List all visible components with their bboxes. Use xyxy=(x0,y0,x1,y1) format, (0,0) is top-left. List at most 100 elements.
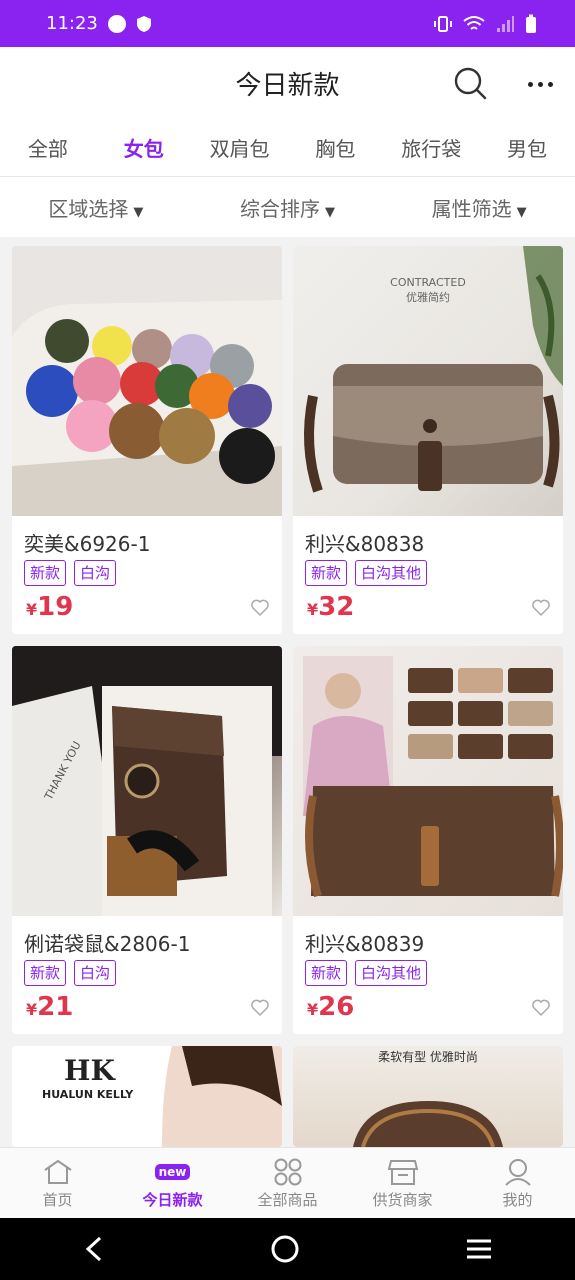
product-price: ¥21 xyxy=(26,992,73,1022)
caret-down-icon: ▼ xyxy=(325,204,335,220)
tab-travel-bags[interactable]: 旅行袋 xyxy=(383,133,479,162)
product-image[interactable]: THANK YOU xyxy=(12,646,282,916)
caret-down-icon: ▼ xyxy=(516,204,527,220)
nav-home-label: 首页 xyxy=(42,1190,73,1209)
page-title: 今日新款 xyxy=(235,70,340,101)
tag-location: 白沟其他 xyxy=(355,560,428,586)
price-value: 32 xyxy=(318,592,355,622)
favorite-heart-icon[interactable] xyxy=(531,598,551,618)
signal-icon xyxy=(497,15,514,32)
product-image[interactable] xyxy=(12,246,282,516)
price-currency: ¥ xyxy=(26,1000,38,1019)
filter-bar: 区域选择 ▼ 综合排序 ▼ 属性筛选 ▼ xyxy=(0,177,575,237)
status-right xyxy=(433,14,537,34)
caret-down-icon: ▼ xyxy=(133,204,144,220)
status-left: 11:23 xyxy=(46,13,152,34)
image-text-contracted-cn: 优雅简约 xyxy=(406,291,450,304)
more-dot-icon xyxy=(527,81,533,87)
search-button[interactable] xyxy=(452,65,488,101)
shield-notification-icon xyxy=(136,15,151,32)
price-value: 26 xyxy=(318,992,355,1022)
tag-new: 新款 xyxy=(305,560,348,586)
product-title: 利兴&80838 xyxy=(305,532,425,556)
filter-region-label: 区域选择 xyxy=(48,196,129,221)
tag-new: 新款 xyxy=(24,560,67,586)
favorite-heart-icon[interactable] xyxy=(531,998,551,1018)
tab-backpacks[interactable]: 双肩包 xyxy=(192,133,288,162)
hualun-kelly-brand: HUALUN KELLY xyxy=(42,1088,134,1101)
tab-womens-bags[interactable]: 女包 xyxy=(96,133,192,162)
product-tags: 新款 白沟 xyxy=(24,560,117,586)
new-icon: new xyxy=(154,1157,191,1187)
product-price: ¥19 xyxy=(26,592,73,622)
back-icon[interactable] xyxy=(82,1235,106,1263)
product-title: 奕美&6926-1 xyxy=(24,532,151,556)
tab-mens-bags[interactable]: 男包 xyxy=(479,133,575,162)
nav-all-products[interactable]: 全部商品 xyxy=(230,1148,345,1218)
filter-sort[interactable]: 综合排序 ▼ xyxy=(192,193,384,222)
recents-icon[interactable] xyxy=(465,1237,493,1261)
grid-icon xyxy=(272,1157,304,1187)
nav-all-products-label: 全部商品 xyxy=(257,1190,318,1209)
hualun-kelly-logo: HK xyxy=(64,1054,115,1087)
store-icon xyxy=(387,1157,419,1187)
image-text-contracted: CONTRACTED xyxy=(390,276,466,289)
more-dot-icon xyxy=(537,81,543,87)
favorite-heart-icon[interactable] xyxy=(250,998,270,1018)
top-header: 今日新款 xyxy=(0,47,575,119)
tag-new: 新款 xyxy=(24,960,67,986)
filter-attributes-label: 属性筛选 xyxy=(431,196,512,221)
nav-mine[interactable]: 我的 xyxy=(460,1148,575,1218)
tag-location: 白沟 xyxy=(74,560,117,586)
favorite-heart-icon[interactable] xyxy=(250,598,270,618)
product-card[interactable]: 利兴&80839 新款 白沟其他 ¥26 xyxy=(293,646,563,1034)
image-text-soft: 柔软有型 优雅时尚 xyxy=(378,1050,478,1064)
product-image[interactable] xyxy=(293,646,563,916)
nav-suppliers[interactable]: 供货商家 xyxy=(345,1148,460,1218)
search-icon xyxy=(454,67,487,100)
status-time: 11:23 xyxy=(46,13,98,34)
filter-region[interactable]: 区域选择 ▼ xyxy=(0,193,192,222)
tab-all[interactable]: 全部 xyxy=(0,133,96,162)
nav-new-today-label: 今日新款 xyxy=(142,1190,203,1209)
nav-mine-label: 我的 xyxy=(502,1190,533,1209)
product-title: 俐诺袋鼠&2806-1 xyxy=(24,932,191,956)
battery-icon xyxy=(526,14,536,33)
product-tags: 新款 白沟 xyxy=(24,960,117,986)
nav-home[interactable]: 首页 xyxy=(0,1148,115,1218)
product-card[interactable]: 奕美&6926-1 新款 白沟 ¥19 xyxy=(12,246,282,634)
price-currency: ¥ xyxy=(26,600,38,619)
home-circle-icon[interactable] xyxy=(270,1234,300,1264)
bottom-nav: 首页 new 今日新款 全部商品 供货商家 我的 xyxy=(0,1147,575,1218)
product-card[interactable]: CONTRACTED 优雅简约 利兴&80838 新款 白沟其他 ¥32 xyxy=(293,246,563,634)
category-tabs: 全部 女包 双肩包 胸包 旅行袋 男包 xyxy=(0,119,575,177)
more-dot-icon xyxy=(547,81,553,87)
vibrate-icon xyxy=(434,15,452,32)
product-image[interactable]: HK HUALUN KELLY xyxy=(12,1046,282,1147)
product-title: 利兴&80839 xyxy=(305,932,425,956)
product-card[interactable]: THANK YOU 俐诺袋鼠&2806-1 新款 白沟 ¥21 xyxy=(12,646,282,1034)
more-button[interactable] xyxy=(522,69,558,99)
product-price: ¥32 xyxy=(307,592,354,622)
nav-new-today[interactable]: new 今日新款 xyxy=(115,1148,230,1218)
price-value: 21 xyxy=(37,992,74,1022)
price-currency: ¥ xyxy=(307,600,319,619)
status-bar: 11:23 xyxy=(0,0,575,47)
tag-new: 新款 xyxy=(305,960,348,986)
product-card[interactable]: 柔软有型 优雅时尚 xyxy=(293,1046,563,1147)
product-tags: 新款 白沟其他 xyxy=(305,560,428,586)
product-tags: 新款 白沟其他 xyxy=(305,960,428,986)
puffer-bags-image xyxy=(12,246,282,516)
tag-location: 白沟其他 xyxy=(355,960,428,986)
app-notification-icon xyxy=(107,14,126,33)
product-image[interactable]: 柔软有型 优雅时尚 xyxy=(293,1046,563,1147)
home-icon xyxy=(42,1157,74,1187)
filter-attributes[interactable]: 属性筛选 ▼ xyxy=(383,193,575,222)
product-image[interactable]: CONTRACTED 优雅简约 xyxy=(293,246,563,516)
tab-chest-bags[interactable]: 胸包 xyxy=(287,133,383,162)
price-value: 19 xyxy=(37,592,74,622)
price-currency: ¥ xyxy=(307,1000,319,1019)
new-badge: new xyxy=(154,1163,191,1180)
product-card[interactable]: HK HUALUN KELLY xyxy=(12,1046,282,1147)
filter-sort-label: 综合排序 xyxy=(240,196,320,221)
